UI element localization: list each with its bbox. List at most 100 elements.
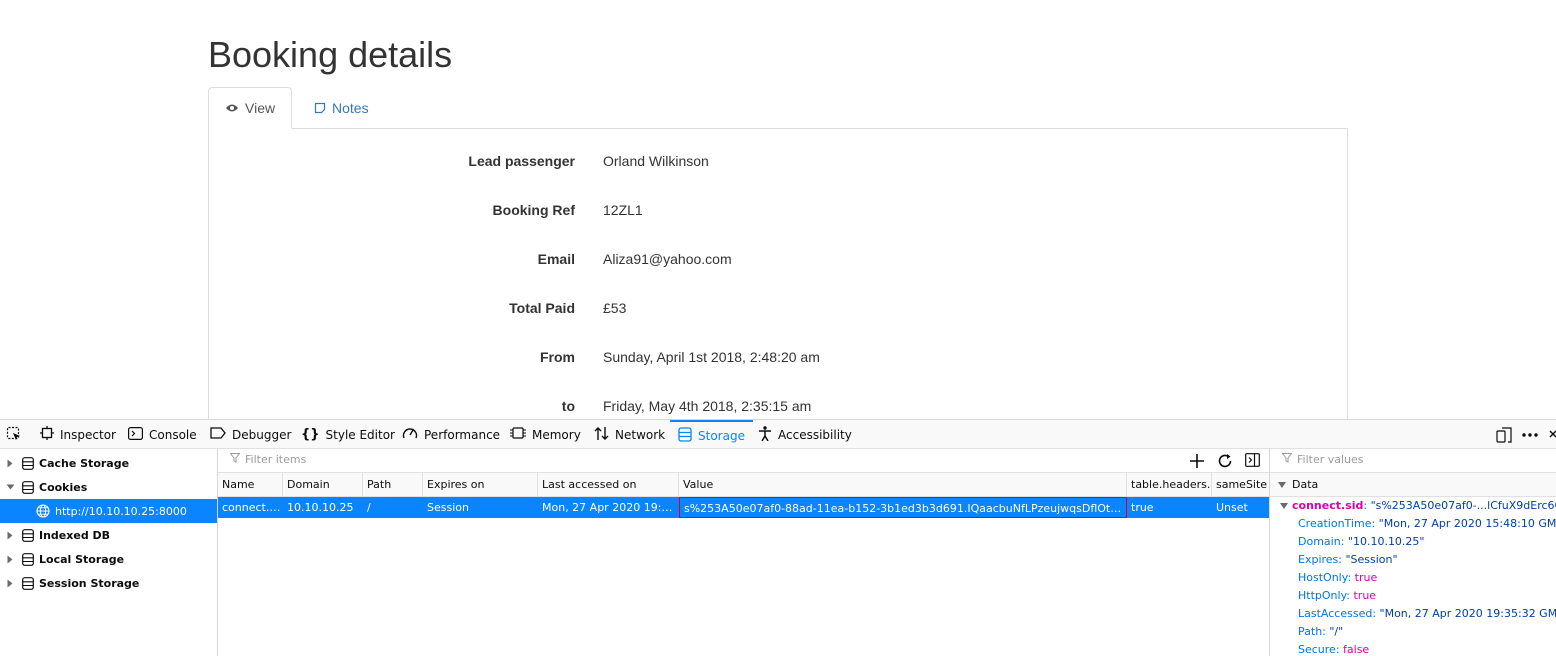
tree-item-indexed-db[interactable]: Indexed DB: [0, 523, 217, 547]
responsive-mode-icon[interactable]: [1496, 420, 1512, 449]
detail-value: "s%253A50e07af0-...lCfuX9dErc6QL5U": [1370, 499, 1556, 512]
detail-entry[interactable]: LastAccessed: "Mon, 27 Apr 2020 19:35:32…: [1298, 605, 1556, 623]
tree-item-origin[interactable]: http://10.10.10.25:8000: [0, 499, 217, 523]
field-label: Email: [537, 251, 575, 267]
tool-console[interactable]: Console: [128, 420, 197, 449]
field-row: Email Aliza91@yahoo.com: [209, 251, 1349, 271]
tree-item-label: Session Storage: [39, 576, 140, 590]
add-item-icon[interactable]: [1189, 453, 1205, 472]
style-editor-icon: {}: [301, 427, 320, 442]
tab-view[interactable]: View: [208, 87, 292, 129]
storage-icon: [22, 528, 34, 542]
field-row: Booking Ref 12ZL1: [209, 202, 1349, 222]
detail-entry[interactable]: Expires: "Session": [1298, 551, 1398, 569]
tool-label: Network: [615, 427, 666, 442]
cookie-path-cell[interactable]: /: [363, 497, 423, 518]
tab-notes-label: Notes: [332, 100, 369, 116]
column-header[interactable]: table.headers...: [1127, 473, 1212, 497]
tool-storage[interactable]: Storage: [670, 420, 753, 449]
column-header[interactable]: Expires on: [423, 473, 538, 497]
tool-inspector[interactable]: Inspector: [40, 420, 116, 449]
values-filter-bar: Filter values: [1270, 449, 1556, 473]
page-title: Booking details: [208, 34, 453, 75]
network-icon: [594, 426, 609, 444]
collapse-arrow-icon: [1278, 478, 1286, 491]
refresh-icon[interactable]: [1217, 453, 1233, 472]
detail-value: "Mon, 27 Apr 2020 19:35:32 GMT": [1379, 607, 1556, 620]
cookie-expires-cell[interactable]: Session: [423, 497, 538, 518]
performance-icon: [402, 426, 418, 443]
tool-memory[interactable]: Memory: [510, 420, 581, 449]
detail-root[interactable]: connect.sid: "s%253A50e07af0-...lCfuX9dE…: [1280, 497, 1556, 515]
tree-item-cookies[interactable]: Cookies: [0, 475, 217, 499]
booking-page: Booking details View Notes Lead passenge…: [0, 0, 1556, 419]
close-icon[interactable]: [1549, 420, 1556, 449]
detail-value: "10.10.10.25": [1347, 535, 1425, 548]
console-icon: [128, 426, 144, 443]
field-label: Total Paid: [509, 300, 575, 316]
debugger-icon: [210, 427, 226, 442]
expand-arrow-icon[interactable]: [4, 555, 16, 564]
element-picker-icon[interactable]: [6, 426, 22, 445]
column-header[interactable]: sameSite: [1212, 473, 1269, 497]
globe-icon: [36, 504, 50, 518]
column-header[interactable]: Name: [218, 473, 283, 497]
tool-label: Style Editor: [325, 427, 395, 442]
expand-arrow-icon[interactable]: [4, 531, 16, 540]
tool-label: Accessibility: [778, 427, 852, 442]
tree-item-local-storage[interactable]: Local Storage: [0, 547, 217, 571]
memory-icon: [510, 426, 526, 443]
cookie-name-cell[interactable]: connect.sid: [218, 497, 283, 518]
cookie-value-cell[interactable]: s%253A50e07af0-88ad-11ea-b152-3b1ed3b3d6…: [679, 497, 1127, 518]
toggle-sidebar-icon[interactable]: [1245, 453, 1260, 470]
cookie-httponly-cell[interactable]: true: [1127, 497, 1212, 518]
detail-entry[interactable]: CreationTime: "Mon, 27 Apr 2020 15:48:10…: [1298, 515, 1556, 533]
table-header: Name Domain Path Expires on Last accesse…: [218, 473, 1269, 497]
field-label: Booking Ref: [492, 202, 575, 218]
collapse-arrow-icon[interactable]: [4, 484, 16, 490]
expand-arrow-icon[interactable]: [4, 459, 16, 468]
expand-arrow-icon[interactable]: [4, 579, 16, 588]
data-section-header[interactable]: Data: [1270, 473, 1556, 497]
booking-details-panel: Lead passenger Orland Wilkinson Booking …: [208, 128, 1348, 419]
tree-item-cache-storage[interactable]: Cache Storage: [0, 451, 217, 475]
cookie-details-sidebar: Filter values Data connect.sid: "s%253A5…: [1270, 449, 1556, 656]
detail-entry[interactable]: HttpOnly: true: [1298, 587, 1376, 605]
column-header[interactable]: Value: [679, 473, 1127, 497]
cookie-samesite-cell[interactable]: Unset: [1212, 497, 1269, 518]
tree-item-label: Local Storage: [39, 552, 125, 566]
filter-values-input[interactable]: Filter values: [1281, 453, 1364, 466]
detail-entry[interactable]: HostOnly: true: [1298, 569, 1377, 587]
field-row: Total Paid £53: [209, 300, 1349, 320]
filter-icon: [229, 453, 241, 466]
devtools-toolbar: Inspector Console Debugger {} Style Edit…: [0, 420, 1556, 449]
tool-network[interactable]: Network: [594, 420, 665, 449]
column-header[interactable]: Path: [363, 473, 423, 497]
tree-item-session-storage[interactable]: Session Storage: [0, 571, 217, 595]
tree-item-label: Cookies: [39, 480, 88, 494]
tool-accessibility[interactable]: Accessibility: [758, 420, 852, 449]
detail-entry[interactable]: Path: "/": [1298, 623, 1343, 641]
filter-items-placeholder: Filter items: [245, 453, 307, 466]
filter-items-input[interactable]: Filter items: [229, 453, 307, 466]
cookie-last-accessed-cell[interactable]: Mon, 27 Apr 2020 19:35:3...: [538, 497, 679, 518]
cookie-domain-cell[interactable]: 10.10.10.25: [283, 497, 363, 518]
more-options-icon[interactable]: [1522, 420, 1538, 449]
tool-debugger[interactable]: Debugger: [210, 420, 291, 449]
detail-entry[interactable]: Domain: "10.10.10.25": [1298, 533, 1425, 551]
detail-value: "Mon, 27 Apr 2020 15:48:10 GMT": [1378, 517, 1556, 530]
detail-key: HttpOnly: [1298, 589, 1347, 602]
table-row[interactable]: connect.sid 10.10.10.25 / Session Mon, 2…: [218, 497, 1269, 518]
detail-value: false: [1343, 643, 1370, 656]
tool-style-editor[interactable]: {} Style Editor: [301, 420, 395, 449]
detail-entry[interactable]: Secure: false: [1298, 641, 1369, 656]
column-header[interactable]: Domain: [283, 473, 363, 497]
column-header[interactable]: Last accessed on: [538, 473, 679, 497]
detail-value: true: [1353, 589, 1377, 602]
note-icon: [314, 102, 326, 114]
tool-performance[interactable]: Performance: [402, 420, 500, 449]
field-value: Friday, May 4th 2018, 2:35:15 am: [603, 398, 812, 414]
tab-notes[interactable]: Notes: [298, 87, 385, 129]
field-label: From: [540, 349, 575, 365]
detail-value: "Session": [1345, 553, 1398, 566]
